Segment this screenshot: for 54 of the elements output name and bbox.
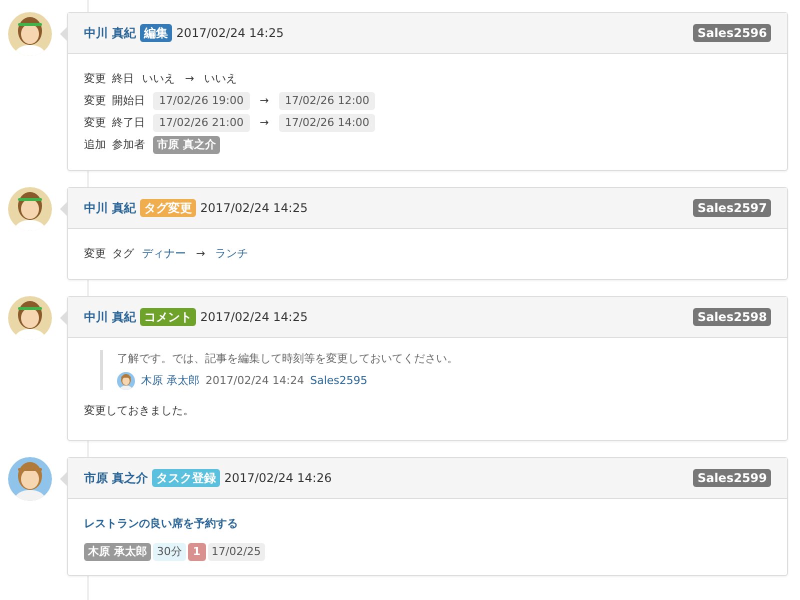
value-chip: 17/02/26 19:00 bbox=[153, 92, 250, 110]
author-link[interactable]: 中川 真紀 bbox=[84, 24, 136, 42]
field-label: 開始日 bbox=[112, 93, 145, 109]
timestamp: 2017/02/24 14:26 bbox=[224, 470, 332, 487]
field-label: タグ bbox=[112, 246, 134, 262]
field-label: 終了日 bbox=[112, 115, 145, 131]
action-badge: 編集 bbox=[140, 24, 172, 42]
arrow-text: → bbox=[185, 71, 194, 87]
id-badge: Sales2597 bbox=[693, 199, 771, 217]
field-label: 終日 bbox=[112, 71, 134, 87]
change-verb: 変更 bbox=[84, 71, 106, 87]
id-badge: Sales2599 bbox=[693, 469, 771, 487]
reference-link[interactable]: Sales2595 bbox=[310, 372, 368, 390]
value-chip: 17/02/26 21:00 bbox=[153, 114, 250, 132]
id-badge: Sales2596 bbox=[693, 24, 771, 42]
arrow-text: → bbox=[260, 115, 269, 131]
timestamp: 2017/02/24 14:24 bbox=[206, 372, 304, 389]
author-link[interactable]: 市原 真之介 bbox=[84, 469, 148, 487]
participant-tag: 市原 真之介 bbox=[153, 136, 220, 154]
arrow-text: → bbox=[260, 93, 269, 109]
arrow-text: → bbox=[196, 246, 206, 262]
tag-link[interactable]: ディナー bbox=[142, 245, 186, 263]
field-label: 参加者 bbox=[112, 137, 145, 153]
duration-tag: 30分 bbox=[152, 543, 186, 561]
avatar bbox=[117, 372, 135, 390]
value-text: いいえ bbox=[204, 71, 238, 87]
change-verb: 変更 bbox=[84, 115, 106, 131]
task-title-link[interactable]: レストランの良い席を予約する bbox=[84, 515, 771, 533]
comment-text: 変更しておきました。 bbox=[84, 403, 195, 419]
avatar bbox=[8, 296, 52, 340]
action-badge: タグ変更 bbox=[140, 199, 196, 217]
value-chip: 17/02/26 14:00 bbox=[278, 114, 376, 132]
priority-tag: 1 bbox=[188, 543, 206, 561]
action-badge: タスク登録 bbox=[152, 469, 220, 487]
value-chip: 17/02/26 12:00 bbox=[278, 92, 376, 110]
timestamp: 2017/02/24 14:25 bbox=[176, 25, 284, 42]
avatar bbox=[8, 457, 52, 501]
timestamp: 2017/02/24 14:25 bbox=[200, 200, 308, 217]
author-link[interactable]: 中川 真紀 bbox=[84, 308, 136, 326]
change-verb: 変更 bbox=[84, 246, 106, 262]
avatar bbox=[8, 187, 52, 231]
due-date-tag: 17/02/25 bbox=[208, 543, 265, 561]
tag-link[interactable]: ランチ bbox=[215, 245, 248, 263]
author-link[interactable]: 木原 承太郎 bbox=[141, 372, 200, 390]
author-link[interactable]: 中川 真紀 bbox=[84, 199, 136, 217]
assignee-tag: 木原 承太郎 bbox=[84, 543, 151, 561]
quote-text: 了解です。では、記事を編集して時刻等を変更しておいてください。 bbox=[117, 351, 459, 367]
action-badge: コメント bbox=[140, 308, 196, 326]
change-verb: 変更 bbox=[84, 93, 106, 109]
id-badge: Sales2598 bbox=[693, 308, 771, 326]
value-text: いいえ bbox=[142, 71, 175, 87]
avatar bbox=[8, 12, 52, 56]
timestamp: 2017/02/24 14:25 bbox=[200, 309, 308, 326]
change-verb: 追加 bbox=[84, 137, 106, 153]
